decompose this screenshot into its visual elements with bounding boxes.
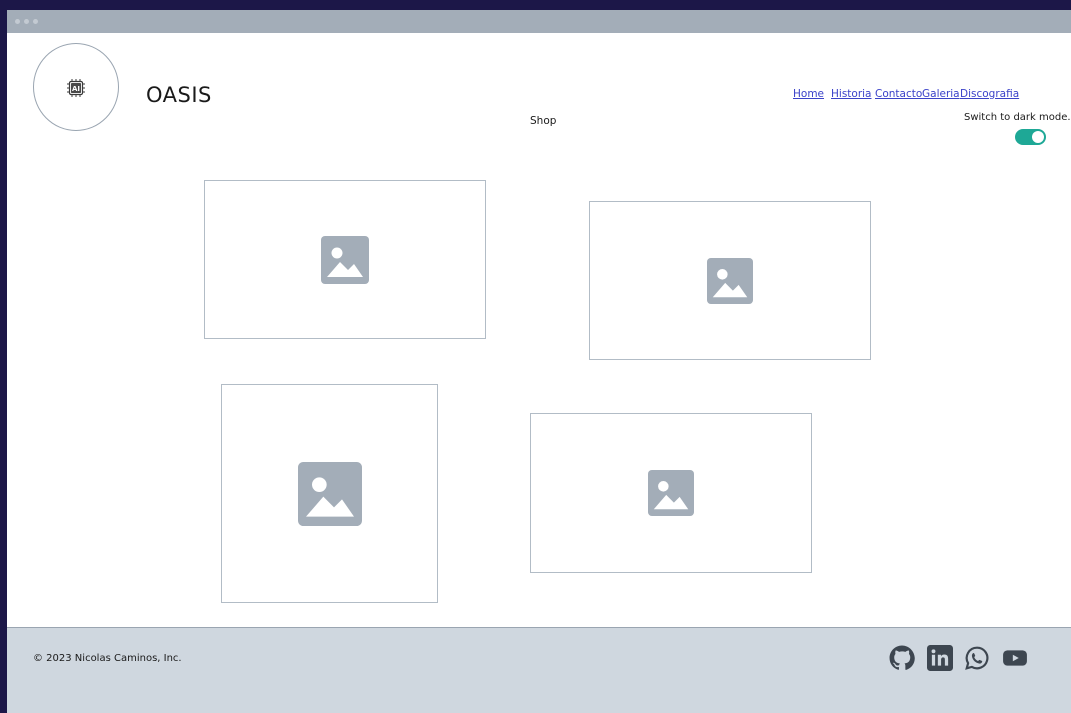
- dark-mode-toggle[interactable]: [1015, 129, 1046, 145]
- image-placeholder-icon: [321, 235, 369, 284]
- window-close-dot[interactable]: [15, 19, 20, 24]
- image-placeholder-icon: [707, 257, 753, 304]
- site-title: OASIS: [146, 83, 212, 107]
- whatsapp-icon[interactable]: [964, 645, 990, 671]
- youtube-icon[interactable]: [1002, 645, 1028, 671]
- footer: © 2023 Nicolas Caminos, Inc.: [7, 627, 1071, 713]
- gallery-item[interactable]: [530, 413, 812, 573]
- linkedin-icon[interactable]: [927, 645, 953, 671]
- github-icon[interactable]: [889, 645, 915, 671]
- window-titlebar: [7, 10, 1071, 33]
- nav-home[interactable]: Home: [793, 88, 824, 101]
- copyright-text: © 2023 Nicolas Caminos, Inc.: [33, 653, 182, 664]
- site-logo[interactable]: AI: [33, 43, 119, 131]
- window-minimize-dot[interactable]: [24, 19, 29, 24]
- nav-historia[interactable]: Historia: [831, 88, 872, 101]
- nav-shop[interactable]: Shop: [530, 115, 556, 128]
- window-maximize-dot[interactable]: [33, 19, 38, 24]
- dark-mode-label: Switch to dark mode.: [964, 112, 1071, 123]
- gallery-item[interactable]: [589, 201, 871, 360]
- toggle-knob: [1032, 131, 1044, 143]
- nav-discografia[interactable]: Discografia: [960, 88, 1019, 101]
- nav-contacto[interactable]: Contacto: [875, 88, 922, 101]
- logo-text: AI: [72, 85, 80, 93]
- gallery-item[interactable]: [204, 180, 486, 339]
- image-placeholder-icon: [297, 461, 362, 526]
- image-placeholder-icon: [648, 470, 694, 516]
- gallery-item[interactable]: [221, 384, 438, 603]
- nav-galeria[interactable]: Galeria: [922, 88, 960, 101]
- browser-window: AI OASIS Home Historia Contacto Galeria …: [7, 10, 1071, 713]
- ai-chip-icon: AI: [67, 79, 85, 97]
